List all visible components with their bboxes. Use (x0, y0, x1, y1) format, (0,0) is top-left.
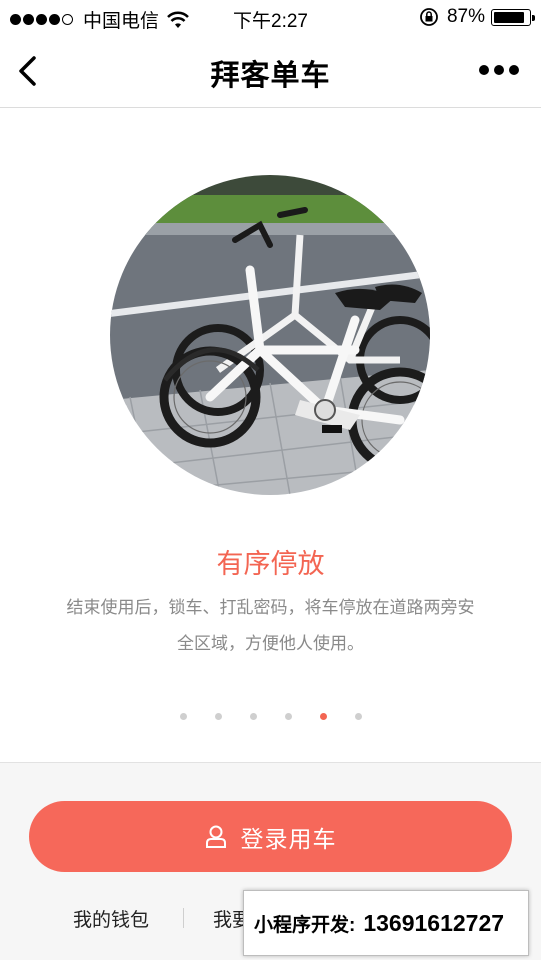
page-indicator (0, 713, 541, 720)
feature-title: 有序停放 (216, 549, 325, 580)
page-dot[interactable] (249, 713, 257, 720)
page-title: 拜客单车 (210, 58, 331, 92)
orientation-lock-icon (420, 8, 438, 26)
more-dots-icon[interactable] (479, 63, 519, 77)
login-ride-label: 登录用车 (240, 826, 337, 853)
page-dot[interactable] (319, 713, 327, 720)
nav-bar: 拜客单车 (0, 36, 541, 108)
promo-watermark: 小程序开发: 13691612727 (243, 890, 529, 956)
status-bar: 中国电信 下午2:27 87% (0, 0, 541, 36)
battery-percent: 87% (446, 6, 485, 27)
page-dot[interactable] (354, 713, 362, 720)
bicycle-photo (110, 175, 430, 495)
page-dot[interactable] (214, 713, 222, 720)
page-dot[interactable] (284, 713, 292, 720)
promo-number: 13691612727 (363, 909, 505, 936)
link-divider (183, 908, 184, 928)
feature-description: 结束使用后，锁车、打乱密码，将车停放在道路两旁安全区域，方便他人使用。 (66, 598, 475, 654)
status-right: 87% (419, 6, 535, 28)
login-ride-button[interactable]: 登录用车 (29, 801, 512, 872)
battery-icon (491, 8, 535, 26)
promo-label: 小程序开发: (254, 914, 356, 936)
page-dot[interactable] (179, 713, 187, 720)
user-icon (205, 825, 226, 848)
my-wallet-link[interactable]: 我的钱包 (73, 905, 149, 932)
